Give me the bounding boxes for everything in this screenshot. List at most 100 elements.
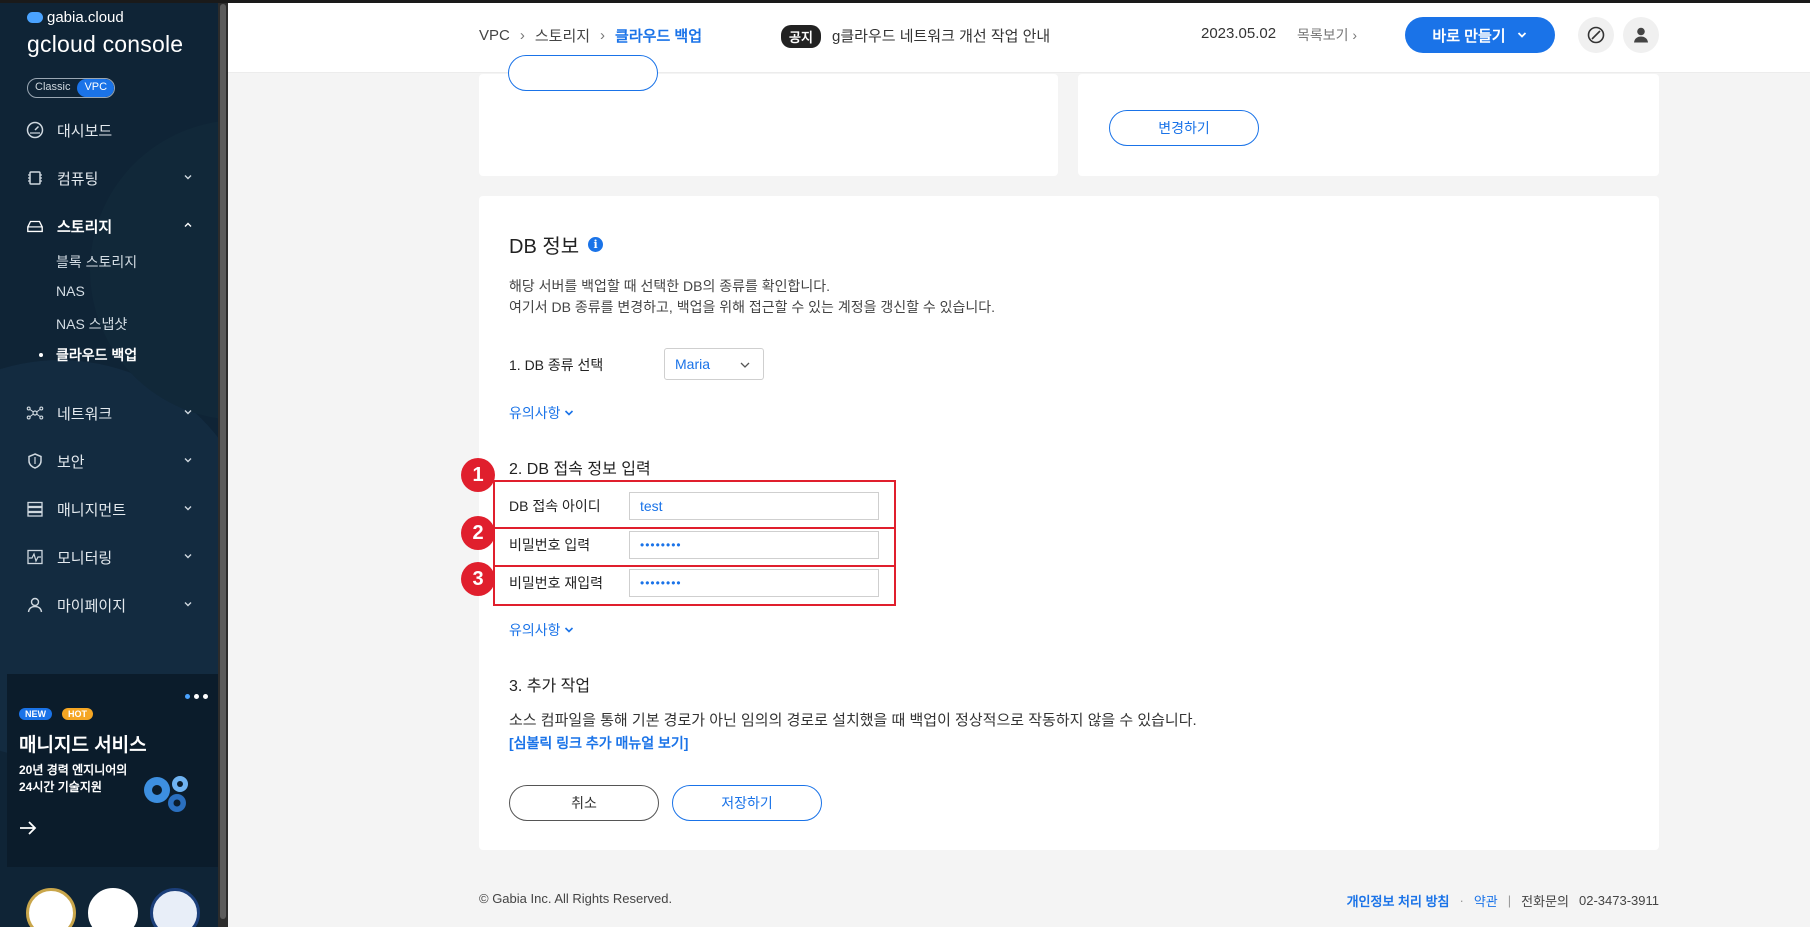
chevron-down-icon: [740, 362, 750, 368]
certification-badge: [88, 888, 138, 927]
sidebar-item-security[interactable]: 보안: [0, 441, 218, 481]
password-label: 비밀번호 입력: [509, 537, 591, 553]
network-icon: [26, 404, 44, 422]
phone-label: 전화문의: [1521, 894, 1569, 909]
server-icon: [26, 500, 44, 518]
step-marker-1: 1: [461, 458, 495, 492]
highlight-divider: [493, 527, 896, 529]
promo-subtitle: 20년 경력 엔지니어의 24시간 기술지원: [19, 763, 128, 794]
chevron-down-icon: [184, 410, 192, 415]
password-confirm-label: 비밀번호 재입력: [509, 575, 604, 591]
db-info-description: 해당 서버를 백업할 때 선택한 DB의 종류를 확인합니다. 여기서 DB 종…: [509, 278, 996, 315]
user-icon: [1634, 27, 1648, 43]
card-left-button[interactable]: [508, 55, 658, 91]
footer-separator: ·: [1459, 893, 1464, 908]
sidebar-item-management[interactable]: 매니지먼트: [0, 489, 218, 529]
chevron-down-icon: [184, 602, 192, 607]
toggle-vpc[interactable]: VPC: [77, 79, 115, 97]
certification-badges: [26, 888, 200, 927]
chevron-down-icon: [184, 175, 192, 180]
user-icon: [26, 596, 44, 614]
classic-vpc-toggle[interactable]: Classic VPC: [27, 78, 116, 98]
chevron-down-icon: [564, 627, 573, 633]
cancel-button[interactable]: 취소: [509, 785, 659, 821]
db-info-card: DB 정보 i 해당 서버를 백업할 때 선택한 DB의 종류를 확인합니다. …: [461, 196, 1659, 850]
sidebar-item-monitoring[interactable]: 모니터링: [0, 537, 218, 577]
password-input[interactable]: ••••••••: [629, 531, 879, 559]
save-button[interactable]: 저장하기: [672, 785, 822, 821]
db-type-select[interactable]: Maria: [664, 348, 764, 380]
notice-toggle-1[interactable]: 유의사항: [509, 403, 574, 423]
notice-toggle-2[interactable]: 유의사항: [509, 620, 574, 640]
step2-label: 2. DB 접속 정보 입력: [509, 461, 651, 478]
arrow-right-icon[interactable]: [19, 820, 37, 836]
symlink-manual-link[interactable]: [심볼릭 링크 추가 매뉴얼 보기]: [509, 733, 688, 753]
change-button[interactable]: 변경하기: [1109, 110, 1259, 146]
top-card-left: [479, 55, 1058, 176]
promo-banner[interactable]: NEW HOT 매니지드 서비스 20년 경력 엔지니어의 24시간 기술지원: [7, 674, 218, 867]
notice-text[interactable]: g클라우드 네트워크 개선 작업 안내: [832, 25, 1050, 46]
chevron-down-icon: [564, 410, 573, 416]
terms-link[interactable]: 약관: [1474, 891, 1498, 910]
breadcrumb-separator: ›: [600, 27, 606, 44]
gears-icon: [144, 776, 188, 812]
step3-description: 소스 컴파일을 통해 기본 경로가 아닌 임의의 경로로 설치했을 때 백업이 …: [509, 712, 1197, 729]
sidebar: gabia.cloud gcloud console Classic VPC 대…: [0, 0, 228, 927]
breadcrumb-separator: ›: [519, 27, 525, 44]
chat-icon: [1587, 26, 1605, 44]
sidebar-subitem-cloud-backup[interactable]: 클라우드 백업: [56, 345, 137, 365]
chat-button[interactable]: [1578, 17, 1614, 53]
storage-icon: [26, 217, 44, 235]
promo-title: 매니지드 서비스: [19, 735, 147, 756]
sidebar-subitem-nas-snapshot[interactable]: NAS 스냅샷: [56, 314, 127, 334]
sidebar-item-dashboard[interactable]: 대시보드: [0, 110, 218, 150]
badge-new: NEW: [19, 708, 52, 720]
sidebar-item-storage[interactable]: 스토리지: [0, 206, 218, 246]
shield-icon: [26, 452, 44, 470]
sidebar-item-computing[interactable]: 컴퓨팅: [0, 158, 218, 198]
info-icon[interactable]: i: [588, 237, 604, 252]
quick-create-button[interactable]: 바로 만들기: [1405, 17, 1555, 53]
brand-small[interactable]: gabia.cloud: [27, 9, 124, 26]
breadcrumb-vpc[interactable]: VPC: [479, 27, 510, 44]
step-marker-3: 3: [461, 562, 495, 596]
top-header: VPC › 스토리지 › 클라우드 백업 공지 g클라우드 네트워크 개선 작업…: [228, 3, 1810, 73]
chevron-down-icon: [184, 506, 192, 511]
notice-list-link[interactable]: 목록보기 ›: [1297, 25, 1357, 45]
footer-links: 개인정보 처리 방침 · 약관 | 전화문의 02-3473-3911: [1347, 891, 1659, 910]
active-dot: [39, 353, 43, 357]
window-top-strip: [0, 0, 1810, 3]
sidebar-subitem-nas[interactable]: NAS: [56, 283, 85, 299]
step3-label: 3. 추가 작업: [509, 678, 591, 695]
monitor-icon: [26, 548, 44, 566]
chip-icon: [26, 169, 44, 187]
sidebar-subitem-block-storage[interactable]: 블록 스토리지: [56, 252, 137, 272]
chevron-down-icon: [1517, 32, 1526, 38]
db-info-title: DB 정보 i: [509, 230, 604, 259]
cloud-icon: [27, 12, 43, 23]
sidebar-item-network[interactable]: 네트워크: [0, 393, 218, 433]
sidebar-scrollbar[interactable]: [218, 0, 228, 927]
badge-hot: HOT: [62, 708, 93, 720]
top-card-right: 변경하기: [1078, 74, 1659, 176]
db-id-input[interactable]: test: [629, 492, 879, 520]
breadcrumb-cloud-backup[interactable]: 클라우드 백업: [615, 25, 702, 46]
chevron-up-icon: [184, 222, 192, 227]
carousel-dots[interactable]: [185, 694, 208, 699]
copyright: © Gabia Inc. All Rights Reserved.: [479, 891, 673, 906]
certification-badge: [150, 888, 200, 927]
brand-logo[interactable]: gcloud console: [27, 31, 183, 58]
password-confirm-input[interactable]: ••••••••: [629, 569, 879, 597]
highlight-divider: [493, 565, 896, 567]
certification-badge: [26, 888, 76, 927]
sidebar-item-mypage[interactable]: 마이페이지: [0, 585, 218, 625]
phone-number: 02-3473-3911: [1579, 893, 1659, 908]
dashboard-icon: [26, 121, 44, 139]
breadcrumb-storage[interactable]: 스토리지: [535, 25, 590, 46]
toggle-classic[interactable]: Classic: [28, 79, 77, 97]
profile-button[interactable]: [1623, 17, 1659, 53]
notice-tag: 공지: [781, 25, 821, 48]
privacy-policy-link[interactable]: 개인정보 처리 방침: [1347, 891, 1450, 910]
db-id-label: DB 접속 아이디: [509, 498, 601, 514]
step1-label: 1. DB 종류 선택: [509, 357, 604, 373]
